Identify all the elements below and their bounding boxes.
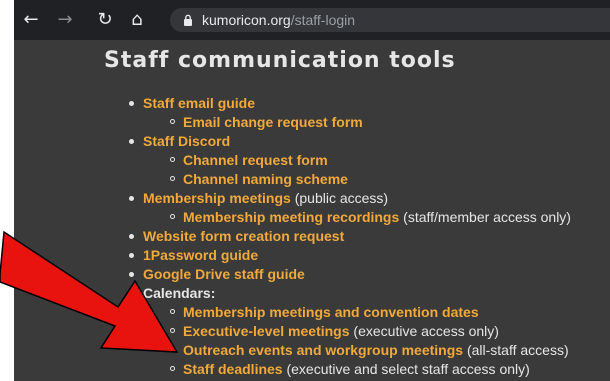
sub-list: Channel request form Channel naming schem… <box>143 151 571 189</box>
reload-icon[interactable]: ↻ <box>94 9 116 31</box>
page-content: Staff communication tools Staff email gu… <box>14 40 610 381</box>
tools-list: Staff email guide Email change request fo… <box>125 94 571 379</box>
home-icon[interactable]: ⌂ <box>126 9 148 31</box>
list-link[interactable]: 1Password guide <box>143 247 258 263</box>
section-label: Calendars: <box>143 285 216 301</box>
list-item: Staff email guide Email change request fo… <box>125 94 571 132</box>
list-item: Website form creation request <box>125 227 571 246</box>
list-item: Membership meetings (public access) Membe… <box>125 189 571 227</box>
url-text: kumoricon.org/staff-login <box>202 11 355 29</box>
url-host: kumoricon.org <box>202 12 291 28</box>
sub-list: Membership meeting recordings (staff/mem… <box>143 208 571 227</box>
list-link[interactable]: Google Drive staff guide <box>143 266 305 282</box>
access-note: (executive access only) <box>349 323 499 339</box>
sub-list-item: Membership meetings and convention dates <box>143 303 571 322</box>
sub-list-link[interactable]: Channel request form <box>183 152 328 168</box>
list-link[interactable]: Staff Discord <box>143 133 230 149</box>
list-item: Calendars: Membership meetings and conven… <box>125 284 571 379</box>
sub-list-link[interactable]: Outreach events and workgroup meetings <box>183 342 463 358</box>
sub-list-link[interactable]: Email change request form <box>183 114 363 130</box>
list-item: Staff Discord Channel request form Channel… <box>125 132 571 189</box>
list-link[interactable]: Website form creation request <box>143 228 344 244</box>
url-path: /staff-login <box>290 12 356 28</box>
address-bar[interactable]: kumoricon.org/staff-login <box>170 8 610 32</box>
sub-list-item: Channel naming scheme <box>143 170 571 189</box>
back-arrow-icon[interactable]: ← <box>20 9 42 31</box>
access-note: (staff/member access only) <box>399 209 571 225</box>
list-item: 1Password guide <box>125 246 571 265</box>
forward-arrow-icon[interactable]: → <box>54 9 76 31</box>
sub-list-item: Channel request form <box>143 151 571 170</box>
sub-list-item: Membership meeting recordings (staff/mem… <box>143 208 571 227</box>
list-link[interactable]: Membership meetings <box>143 190 291 206</box>
sub-list-link[interactable]: Channel naming scheme <box>183 171 348 187</box>
sub-list-link[interactable]: Membership meetings and convention dates <box>183 304 479 320</box>
sub-list-link[interactable]: Executive-level meetings <box>183 323 350 339</box>
sub-list-item: Outreach events and workgroup meetings (… <box>143 341 571 360</box>
sub-list-item: Staff deadlines (executive and select st… <box>143 360 571 379</box>
sub-list-item: Email change request form <box>143 113 571 132</box>
browser-toolbar: ← → ↻ ⌂ kumoricon.org/staff-login <box>14 0 610 40</box>
access-note: (executive and select staff access only) <box>282 361 530 377</box>
access-note: (all-staff access) <box>463 342 569 358</box>
browser-window: ← → ↻ ⌂ kumoricon.org/staff-login Staff … <box>14 0 610 381</box>
sub-list-item: Executive-level meetings (executive acce… <box>143 322 571 341</box>
sub-list: Email change request form <box>143 113 571 132</box>
page-title: Staff communication tools <box>104 48 456 73</box>
list-link[interactable]: Staff email guide <box>143 95 255 111</box>
lock-icon[interactable] <box>182 14 194 26</box>
sub-list: Membership meetings and convention dates… <box>143 303 571 379</box>
access-note: (public access) <box>290 190 389 206</box>
sub-list-link[interactable]: Membership meeting recordings <box>183 209 399 225</box>
sub-list-link[interactable]: Staff deadlines <box>183 361 283 377</box>
list-item: Google Drive staff guide <box>125 265 571 284</box>
